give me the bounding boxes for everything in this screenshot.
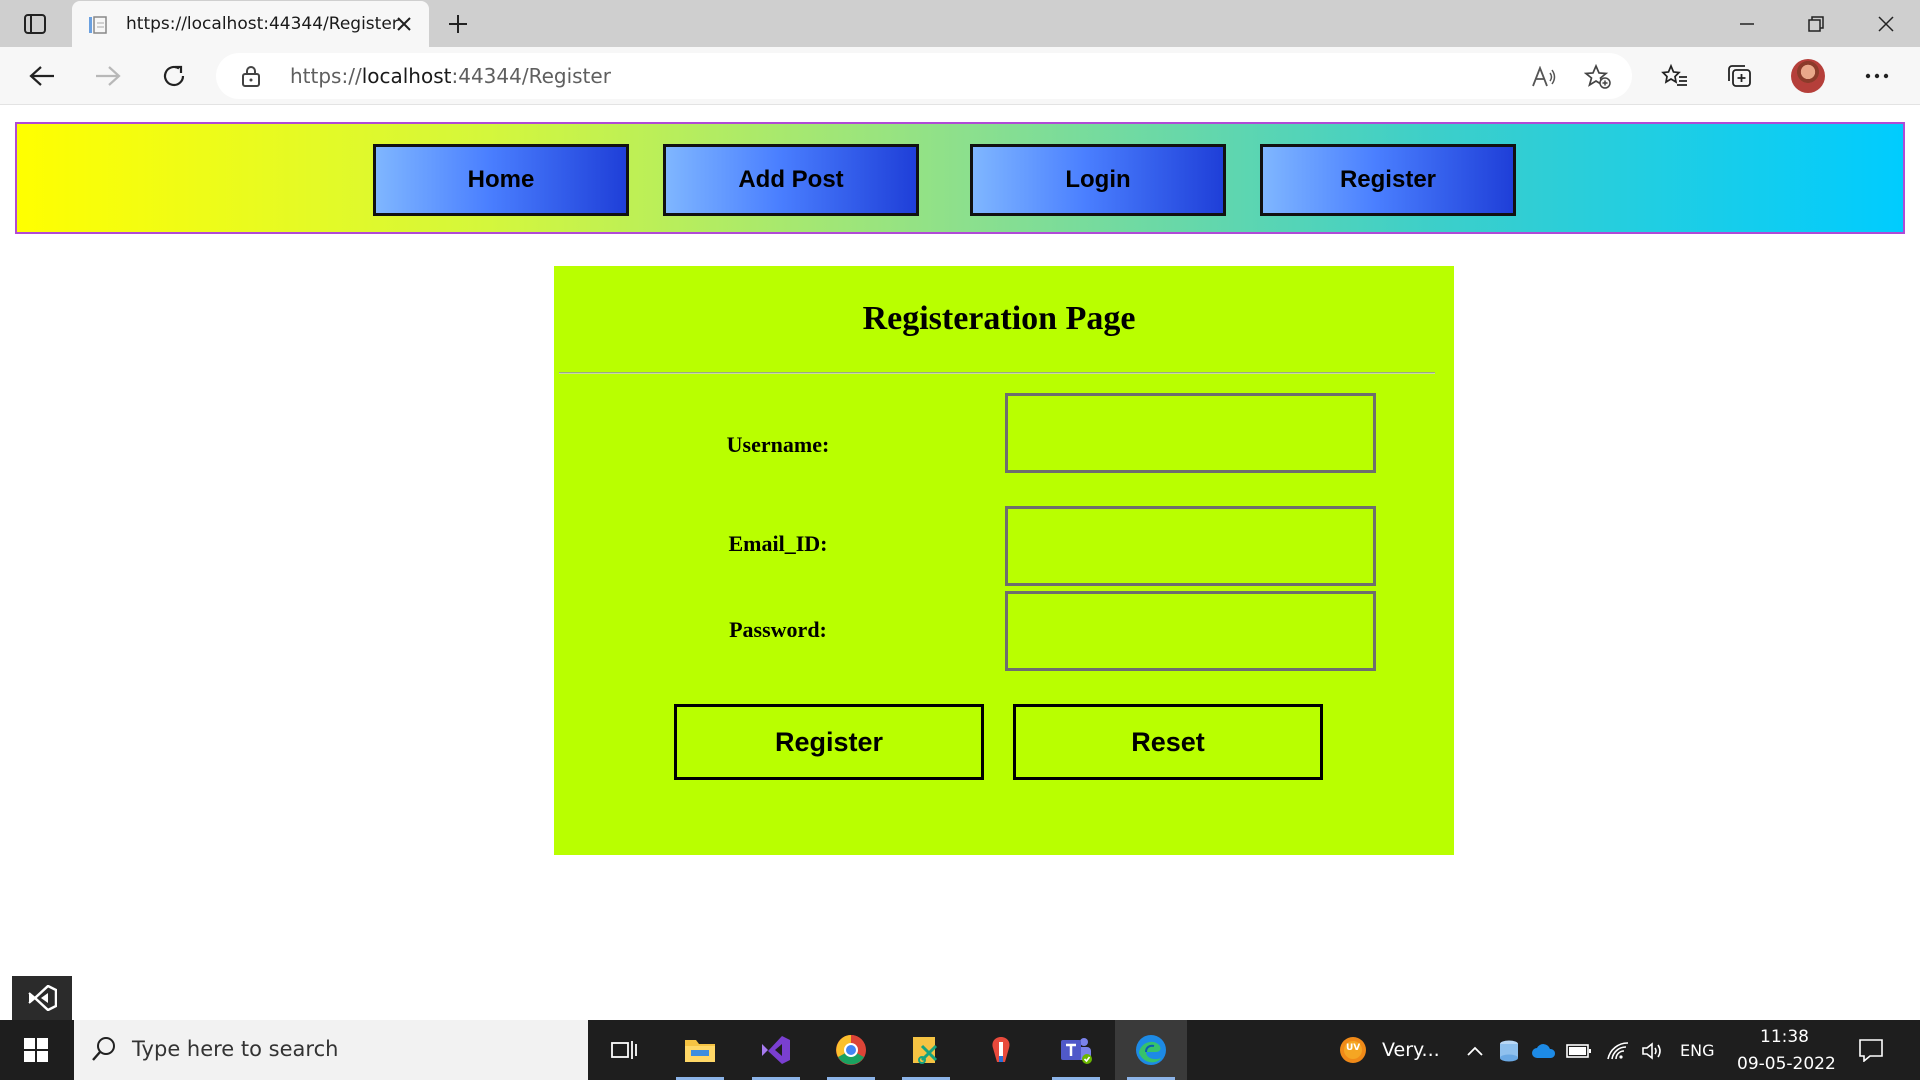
search-placeholder: Type here to search <box>132 1037 339 1061</box>
notifications-icon[interactable] <box>1856 1035 1886 1065</box>
email-input[interactable] <box>1005 506 1376 586</box>
tab-title: https://localhost:44344/Register <box>126 14 399 34</box>
browser-tab[interactable]: https://localhost:44344/Register <box>72 1 429 47</box>
restore-icon[interactable] <box>1800 8 1832 40</box>
new-tab-icon[interactable] <box>444 10 472 38</box>
task-view-icon[interactable] <box>588 1020 660 1080</box>
more-options-icon[interactable] <box>1860 59 1894 93</box>
collections-icon[interactable] <box>1723 59 1757 93</box>
nav-register-button[interactable]: Register <box>1260 144 1516 216</box>
registration-panel: Registeration Page Username: Email_ID: P… <box>554 266 1454 855</box>
nav-login-button[interactable]: Login <box>970 144 1226 216</box>
password-label: Password: <box>729 617 827 642</box>
lock-icon[interactable] <box>242 65 260 92</box>
language-indicator[interactable]: ENG <box>1680 1041 1714 1060</box>
windows-taskbar: Type here to search UV Very... ENG 11:38… <box>0 1020 1920 1080</box>
visual-studio-badge-icon[interactable] <box>12 976 72 1020</box>
title-divider <box>559 372 1435 374</box>
read-aloud-icon[interactable] <box>1530 63 1558 91</box>
visual-studio-icon[interactable] <box>740 1020 812 1080</box>
taskbar-search-box[interactable]: Type here to search <box>74 1020 588 1080</box>
forward-icon[interactable] <box>91 59 125 93</box>
browser-tab-strip: https://localhost:44344/Register <box>0 0 1920 47</box>
paint-icon[interactable] <box>965 1020 1037 1080</box>
refresh-icon[interactable] <box>157 59 191 93</box>
minimize-icon[interactable] <box>1731 8 1763 40</box>
page-favicon-icon <box>88 15 108 35</box>
weather-text[interactable]: Very... <box>1382 1039 1440 1061</box>
username-label: Username: <box>726 432 830 457</box>
tab-actions-icon[interactable] <box>17 11 53 37</box>
reset-button[interactable]: Reset <box>1013 704 1323 780</box>
close-window-icon[interactable] <box>1870 8 1902 40</box>
url-text[interactable]: https://localhost:44344/Register <box>290 64 611 88</box>
volume-icon[interactable] <box>1640 1038 1666 1064</box>
username-input[interactable] <box>1005 393 1376 473</box>
add-favorite-icon[interactable] <box>1584 63 1612 91</box>
favorites-icon[interactable] <box>1658 59 1692 93</box>
close-tab-icon[interactable] <box>393 13 415 35</box>
search-icon <box>90 1035 118 1068</box>
site-navbar: Home Add Post Login Register <box>15 122 1905 234</box>
clock-date[interactable]: 09-05-2022 <box>1737 1054 1836 1074</box>
weather-badge: UV <box>1346 1043 1361 1053</box>
edge-icon[interactable] <box>1115 1020 1187 1080</box>
nav-home-button[interactable]: Home <box>373 144 629 216</box>
battery-icon[interactable] <box>1566 1038 1592 1064</box>
wifi-icon[interactable] <box>1605 1038 1631 1064</box>
profile-avatar[interactable] <box>1791 59 1825 93</box>
onedrive-icon[interactable] <box>1531 1038 1557 1064</box>
snipping-tool-icon[interactable] <box>890 1020 962 1080</box>
teams-icon[interactable] <box>1040 1020 1112 1080</box>
nav-add-post-button[interactable]: Add Post <box>663 144 919 216</box>
start-windows-icon[interactable] <box>0 1020 72 1080</box>
password-input[interactable] <box>1005 591 1376 671</box>
back-icon[interactable] <box>25 59 59 93</box>
page-title: Registeration Page <box>862 300 1136 337</box>
email-label: Email_ID: <box>728 531 828 556</box>
file-explorer-icon[interactable] <box>664 1020 736 1080</box>
clock-time[interactable]: 11:38 <box>1760 1027 1809 1047</box>
show-hidden-icons-chevron-up-icon[interactable] <box>1462 1038 1488 1064</box>
storage-icon[interactable] <box>1496 1038 1522 1064</box>
browser-toolbar: https://localhost:44344/Register <box>0 47 1920 105</box>
chrome-icon[interactable] <box>815 1020 887 1080</box>
address-bar[interactable]: https://localhost:44344/Register <box>216 53 1632 99</box>
register-button[interactable]: Register <box>674 704 984 780</box>
